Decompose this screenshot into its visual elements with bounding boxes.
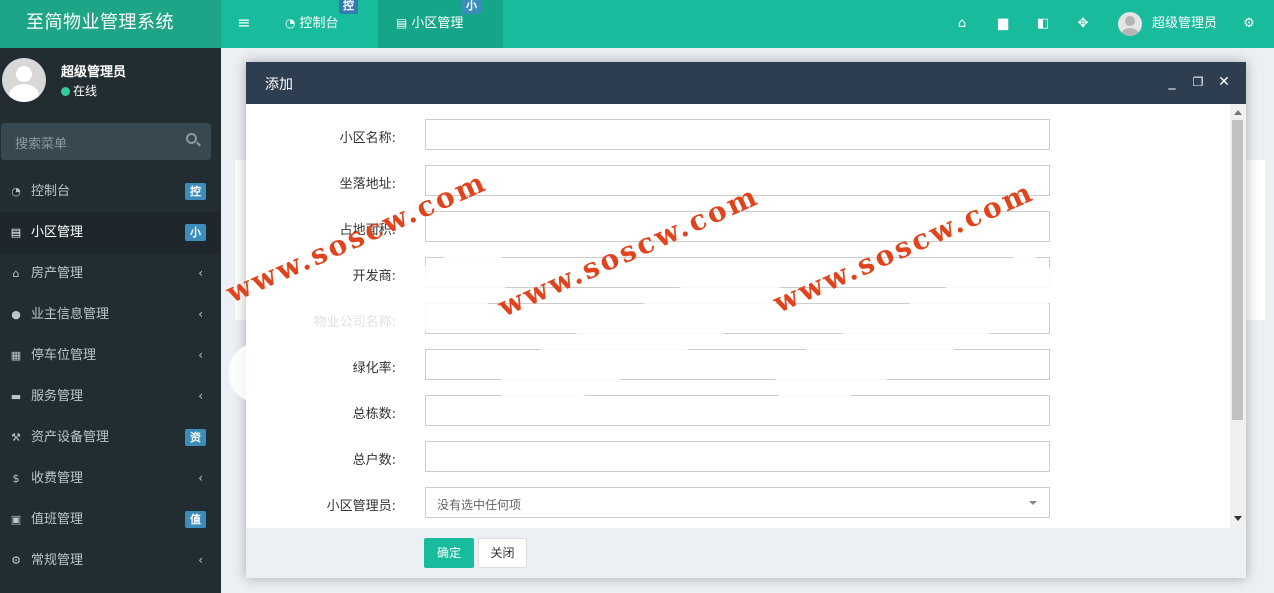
community-name-input[interactable]: [425, 119, 1050, 150]
sidebar-item-label: 服务管理: [31, 389, 84, 404]
close-button[interactable]: 关闭: [478, 538, 527, 568]
menu-toggle-button[interactable]: ≡: [221, 0, 267, 48]
trash-icon[interactable]: ▆: [985, 0, 1021, 48]
search-placeholder: 搜索菜单: [15, 137, 68, 152]
field-label: 总户数:: [352, 453, 396, 468]
field-label: 总栋数:: [352, 407, 396, 422]
fullscreen-icon[interactable]: ✥: [1065, 0, 1101, 48]
sidebar-item-badge: 资: [185, 429, 206, 446]
sidebar-item-duty[interactable]: ▣ 值班管理 值: [0, 499, 221, 540]
sidebar-item-community[interactable]: ▤ 小区管理 小: [0, 212, 221, 253]
dollar-icon: $: [12, 472, 20, 485]
watermark: www.soscw.com: [490, 179, 800, 427]
scroll-thumb[interactable]: [1232, 120, 1243, 420]
cogs-icon[interactable]: ⚙: [1231, 0, 1267, 48]
tab-community-management[interactable]: ▤ 小区管理 小: [378, 0, 503, 48]
dialog-footer: 确定 关闭: [246, 528, 1246, 578]
chevron-down-icon: [1029, 501, 1037, 505]
language-icon[interactable]: ◧: [1025, 0, 1061, 48]
form-row-manager: 小区管理员: 没有选中任何项: [246, 487, 1231, 519]
top-navbar: ≡ ◔ 控制台 控 ▤ 小区管理 小 ⌂ ▆ ◧ ✥ 超级管理员 ⚙: [221, 0, 1274, 48]
sidebar-user-name: 超级管理员: [61, 65, 127, 80]
list-icon: ▤: [10, 226, 22, 239]
online-dot-icon: [61, 87, 70, 96]
app-brand[interactable]: 至简物业管理系统: [0, 0, 221, 48]
sidebar-item-fees[interactable]: $ 收费管理 ‹: [0, 458, 221, 499]
sidebar-item-badge: 控: [185, 183, 206, 200]
field-label: 小区名称:: [339, 131, 396, 146]
sidebar-item-label: 控制台: [31, 184, 71, 199]
dialog-title: 添加: [265, 77, 293, 93]
sidebar-search-input[interactable]: 搜索菜单: [1, 123, 211, 160]
chevron-left-icon: ‹: [198, 389, 203, 403]
tab-dashboard-badge: 控: [339, 0, 358, 14]
tab-community-label: 小区管理: [411, 16, 464, 31]
tab-dashboard[interactable]: ◔ 控制台 控: [267, 0, 378, 48]
sidebar-item-badge: 小: [185, 224, 206, 241]
cogs-icon: ⚙: [11, 554, 21, 567]
avatar: [1118, 12, 1142, 36]
sidebar-item-label: 停车位管理: [31, 348, 97, 363]
sidebar-item-label: 常规管理: [31, 553, 84, 568]
field-label: 坐落地址:: [339, 177, 396, 192]
sidebar-item-label: 值班管理: [31, 512, 84, 527]
sidebar-item-parking[interactable]: ▦ 停车位管理 ‹: [0, 335, 221, 376]
status-label: 在线: [73, 84, 98, 98]
list-icon: ▤: [396, 16, 408, 30]
close-icon[interactable]: ✕: [1214, 72, 1234, 92]
sidebar-item-label: 小区管理: [31, 225, 84, 240]
watermark: www.soscw.com: [765, 175, 1075, 423]
app-root: 至简物业管理系统 ≡ ◔ 控制台 控 ▤ 小区管理 小 ⌂ ▆ ◧ ✥ 超级管理员 …: [0, 0, 1274, 593]
tab-community-badge: 小: [462, 0, 481, 14]
households-input[interactable]: [425, 441, 1050, 472]
home-icon[interactable]: ⌂: [944, 0, 980, 48]
watermark: www.soscw.com: [218, 165, 528, 413]
sidebar-user-status: 在线: [61, 82, 97, 99]
scroll-down-icon[interactable]: [1234, 516, 1242, 521]
manager-select-value: 没有选中任何项: [437, 498, 522, 512]
confirm-button[interactable]: 确定: [424, 538, 474, 568]
dashboard-icon: ◔: [11, 185, 21, 198]
sidebar: 超级管理员 在线 搜索菜单 ◔ 控制台 控 ▤ 小区管理 小 ⌂ 房产管理 ‹ …: [0, 48, 221, 593]
sidebar-item-label: 收费管理: [31, 471, 84, 486]
chevron-left-icon: ‹: [198, 266, 203, 280]
coffee-icon: ▬: [10, 390, 22, 403]
sidebar-avatar: [2, 58, 46, 102]
sidebar-item-owners[interactable]: ● 业主信息管理 ‹: [0, 294, 221, 335]
user-icon: ●: [11, 308, 21, 321]
minimize-icon[interactable]: _: [1162, 72, 1182, 92]
form-row-households: 总户数:: [246, 441, 1231, 473]
tab-dashboard-label: 控制台: [299, 16, 339, 31]
chevron-left-icon: ‹: [198, 553, 203, 567]
scroll-up-icon[interactable]: [1234, 110, 1242, 115]
calendar-icon: ▣: [10, 513, 22, 526]
search-icon[interactable]: [186, 133, 197, 144]
sidebar-item-label: 资产设备管理: [31, 430, 110, 445]
sidebar-item-service[interactable]: ▬ 服务管理 ‹: [0, 376, 221, 417]
home-icon: ⌂: [12, 267, 20, 280]
dashboard-icon: ◔: [285, 16, 296, 30]
manager-select[interactable]: 没有选中任何项: [425, 487, 1050, 518]
chevron-left-icon: ‹: [198, 471, 203, 485]
maximize-icon[interactable]: ❐: [1188, 72, 1208, 92]
dialog-header: 添加 _ ❐ ✕: [246, 62, 1246, 104]
chevron-left-icon: ‹: [198, 307, 203, 321]
sidebar-item-dashboard[interactable]: ◔ 控制台 控: [0, 171, 221, 212]
form-row-community-name: 小区名称:: [246, 119, 1231, 151]
sidebar-item-label: 房产管理: [31, 266, 84, 281]
chevron-left-icon: ‹: [198, 348, 203, 362]
sidebar-item-general[interactable]: ⚙ 常规管理 ‹: [0, 540, 221, 581]
film-icon: ▦: [10, 349, 22, 362]
gavel-icon: ⚒: [11, 431, 21, 444]
dialog-scrollbar[interactable]: [1230, 104, 1246, 528]
sidebar-item-property[interactable]: ⌂ 房产管理 ‹: [0, 253, 221, 294]
sidebar-item-assets[interactable]: ⚒ 资产设备管理 资: [0, 417, 221, 458]
sidebar-item-badge: 值: [185, 511, 206, 528]
field-label: 小区管理员:: [326, 499, 396, 514]
top-user-name: 超级管理员: [1152, 16, 1218, 31]
sidebar-item-label: 业主信息管理: [31, 307, 110, 322]
